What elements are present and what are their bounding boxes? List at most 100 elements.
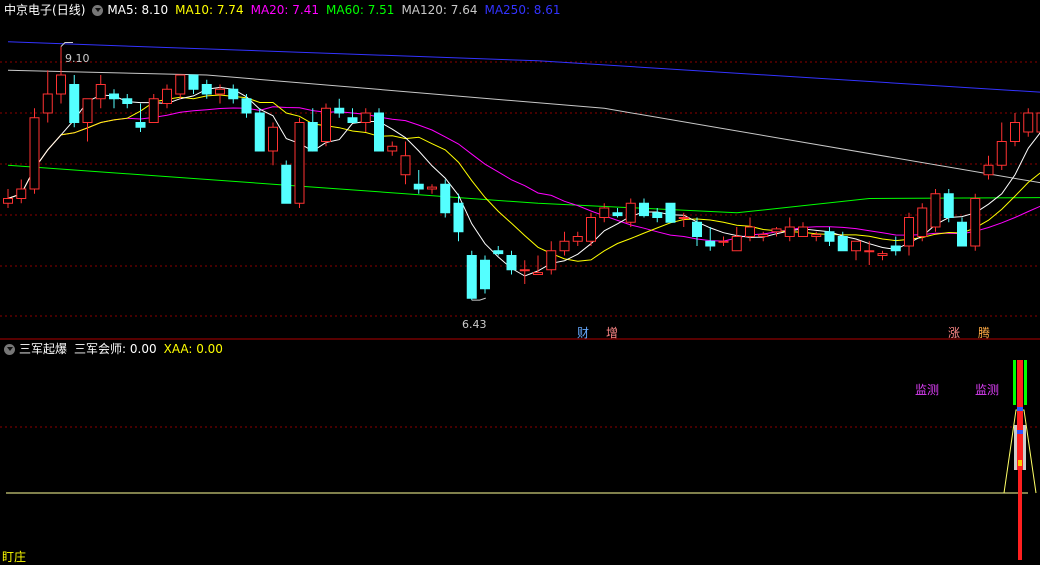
dropdown-icon[interactable] — [4, 343, 15, 355]
candle-body — [533, 272, 543, 276]
high-price-label: 9.10 — [65, 52, 90, 65]
candle-body — [82, 98, 93, 123]
candle-body — [599, 207, 610, 218]
candle-body — [586, 217, 596, 242]
candle-body — [1023, 112, 1034, 133]
candle-body — [347, 117, 358, 123]
candle-body — [652, 212, 663, 218]
candle-body — [904, 217, 914, 247]
candle-body — [215, 88, 225, 95]
candle-body — [374, 112, 384, 152]
marker-zeng: 增 — [606, 326, 619, 340]
candle-body — [917, 207, 928, 237]
candle-body — [148, 98, 159, 123]
candle-body — [678, 217, 689, 219]
candle-body — [930, 193, 941, 228]
candle-body — [506, 255, 517, 271]
candle-body — [95, 84, 106, 100]
candle-body — [29, 117, 40, 190]
candle-body — [983, 164, 994, 176]
candle-body — [466, 255, 477, 299]
ma-legend-item: MA120: 7.64 — [401, 3, 478, 17]
candle-body — [745, 226, 755, 237]
candle-body — [241, 98, 252, 114]
indicator-name: 三军起爆 — [19, 342, 68, 356]
dropdown-icon[interactable] — [92, 4, 104, 16]
candle-body — [321, 107, 331, 142]
signal-green-right — [1024, 360, 1027, 405]
candle-body — [639, 202, 649, 217]
candle-body — [122, 98, 133, 104]
ma-legend-item: MA250: 8.61 — [484, 3, 561, 17]
candle-body — [294, 122, 305, 204]
candle-body — [705, 240, 716, 247]
candle-body — [334, 107, 345, 114]
candle-body — [957, 221, 967, 247]
candle-body — [718, 240, 729, 243]
chart-canvas — [0, 41, 1040, 560]
period-label: (日线) — [52, 3, 86, 17]
candle-body — [440, 183, 451, 214]
candle-body — [837, 236, 848, 252]
signal-label-2: 监测 — [975, 383, 1000, 397]
candle-body — [400, 155, 411, 176]
ma120-line — [7, 69, 1040, 184]
ma-legend-item: MA10: 7.74 — [175, 3, 244, 17]
ma10-line — [7, 94, 1040, 262]
candle-body — [162, 88, 172, 104]
candle-body — [254, 112, 265, 152]
candle-body — [493, 250, 504, 255]
candle-body — [877, 253, 888, 257]
candle-body — [559, 240, 570, 252]
stock-name: 中京电子 — [4, 3, 53, 17]
candle-body — [307, 122, 318, 152]
candle-body — [692, 221, 702, 237]
indicator-value-2: XAA: 0.00 — [163, 342, 223, 356]
candle-body — [135, 122, 146, 128]
candle-body — [387, 145, 398, 152]
candle-body — [427, 186, 437, 190]
candle-body — [268, 126, 278, 152]
candle-body — [864, 250, 875, 253]
candle-body — [824, 231, 835, 242]
ma-legend-item: MA20: 7.41 — [250, 3, 320, 17]
ma-legend-item: MA5: 8.10 — [107, 3, 169, 17]
signal-label-1: 监测 — [915, 383, 940, 397]
indicator-value-1: 三军会师: 0.00 — [74, 342, 157, 356]
footer-label: 盯庄 — [2, 550, 27, 564]
candle-body — [69, 84, 80, 123]
candle-body — [16, 188, 27, 199]
sub-chart-header: 三军起爆 三军会师: 0.00 XAA: 0.00 — [4, 341, 230, 357]
candle-body — [42, 93, 53, 114]
ma-legend: MA5: 8.10 MA10: 7.74 MA20: 7.41 MA60: 7.51 M… — [107, 2, 567, 18]
candle-body — [943, 193, 954, 218]
candle-body — [851, 240, 861, 252]
marker-teng: 腾 — [978, 326, 991, 340]
candle-body — [996, 141, 1007, 166]
candle-body — [890, 245, 901, 252]
marker-zhang: 涨 — [948, 326, 961, 340]
candle-body — [1010, 122, 1020, 142]
candle-body — [3, 198, 13, 204]
candle-body — [201, 84, 212, 95]
signal-blue-tick — [1017, 430, 1023, 434]
candle-body — [480, 259, 490, 290]
candle-body — [811, 234, 822, 238]
candle-body — [784, 226, 795, 237]
candle-body — [625, 202, 636, 223]
main-chart-header: 中京电子 (日线) MA5: 8.10 MA10: 7.74 MA20: 7.41 M… — [4, 2, 575, 18]
candle-body — [798, 226, 808, 237]
candle-body — [758, 234, 769, 238]
signal-blue-tick — [1017, 407, 1023, 411]
candle-body — [519, 269, 530, 272]
candle-body — [453, 202, 464, 233]
ma60-line — [7, 164, 1040, 214]
ma250-line — [7, 41, 1040, 93]
candle-body — [546, 250, 557, 271]
candle-body — [360, 112, 371, 123]
candle-body — [281, 164, 292, 204]
candle-body — [56, 74, 66, 95]
candle-body — [109, 93, 119, 100]
ma20-line — [7, 106, 1040, 242]
signal-core — [1017, 360, 1023, 470]
